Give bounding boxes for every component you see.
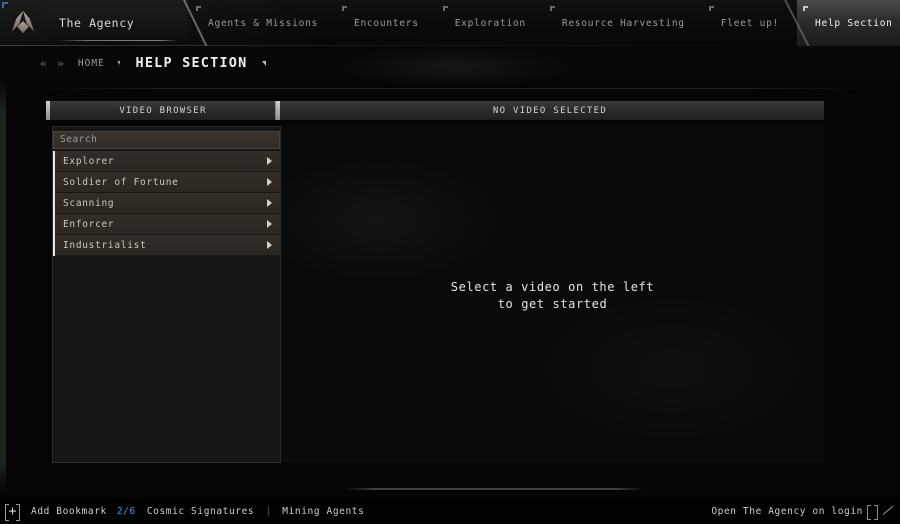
nav-tab-encounters[interactable]: Encounters: [336, 0, 437, 46]
login-option-label: Open The Agency on login: [711, 505, 863, 517]
left-edge-accent: [0, 80, 6, 492]
bookmark-mining-agents[interactable]: Mining Agents: [282, 506, 364, 517]
nav-tab-label: Resource Harvesting: [561, 17, 685, 29]
agency-emblem-icon: [11, 10, 35, 34]
breadcrumb-home-label: HOME: [77, 57, 105, 69]
video-detail-panel: Select a video on the left to get starte…: [281, 126, 824, 463]
tab-corner-icon: [549, 6, 555, 11]
login-option-group: Open The Agency on login: [711, 504, 894, 520]
panel-grip-icon[interactable]: [46, 101, 50, 120]
breadcrumb-nav-arrows[interactable]: « »: [0, 57, 66, 70]
nav-end-slash-divider: [776, 0, 826, 46]
panel-bottom-highlight: [345, 488, 645, 490]
status-bar: + Add Bookmark 2/6 Cosmic Signatures | M…: [0, 498, 900, 524]
breadcrumb-home[interactable]: HOME: [78, 58, 120, 69]
tab-corner-icon: [442, 6, 448, 11]
panel-grip-icon[interactable]: [276, 101, 280, 120]
nav-tab-exploration[interactable]: Exploration: [437, 0, 544, 46]
plus-icon[interactable]: +: [5, 503, 20, 521]
brand-underline: [58, 40, 178, 41]
empty-state-line-1: Select a video on the left: [450, 280, 655, 294]
nav-tab-label: Agents & Missions: [208, 17, 318, 29]
chevron-right-icon: [267, 220, 272, 228]
bookmark-count: 2/6: [116, 505, 136, 517]
add-bookmark-button[interactable]: Add Bookmark: [31, 506, 107, 517]
chevron-right-icon: [267, 199, 272, 207]
chevron-right-icon: [267, 241, 272, 249]
window-header: The Agency Agents & Missions Encounters …: [0, 0, 900, 46]
tab-corner-icon: [196, 6, 201, 11]
breadcrumb: « » HOME HELP SECTION: [0, 46, 900, 80]
video-browser-header[interactable]: VIDEO BROWSER: [46, 101, 280, 120]
page-title[interactable]: HELP SECTION: [136, 55, 266, 71]
chevron-down-icon: [261, 61, 266, 66]
resize-grip-icon[interactable]: [882, 505, 894, 518]
nav-tab-agents-missions[interactable]: Agents & Missions: [190, 0, 336, 46]
video-detail-title: NO VIDEO SELECTED: [492, 105, 608, 116]
search-input[interactable]: [53, 130, 280, 149]
bookmark-controls: + Add Bookmark 2/6 Cosmic Signatures | M…: [0, 503, 364, 521]
nav-tab-label: Help Section: [815, 17, 893, 29]
open-on-login-checkbox[interactable]: [867, 504, 878, 520]
video-category-list: Explorer Soldier of Fortune Scanning Enf…: [55, 151, 280, 256]
list-item-scanning[interactable]: Scanning: [55, 193, 280, 214]
chevron-down-icon: [116, 60, 120, 65]
logo-corner-marker: [2, 2, 8, 8]
nav-tab-resource-harvesting[interactable]: Resource Harvesting: [544, 0, 703, 46]
banner-divider: [40, 88, 870, 89]
page-title-label: HELP SECTION: [135, 55, 248, 71]
list-item-label: Explorer: [63, 155, 115, 167]
list-item-label: Enforcer: [63, 218, 115, 230]
agency-window: The Agency Agents & Missions Encounters …: [0, 0, 900, 524]
chevron-right-icon: [267, 157, 272, 165]
list-item-soldier-of-fortune[interactable]: Soldier of Fortune: [55, 172, 280, 193]
list-item-industrialist[interactable]: Industrialist: [55, 235, 280, 256]
tab-corner-icon: [708, 6, 714, 11]
nav-tab-label: Exploration: [454, 17, 526, 29]
video-detail-header[interactable]: NO VIDEO SELECTED: [276, 101, 824, 120]
list-item-label: Scanning: [63, 197, 115, 209]
bookmark-cosmic-signatures[interactable]: Cosmic Signatures: [147, 506, 254, 517]
list-item-label: Industrialist: [63, 239, 147, 251]
tab-corner-icon: [341, 6, 347, 11]
empty-state-message: Select a video on the left to get starte…: [281, 279, 824, 313]
brand-label: The Agency: [59, 16, 135, 30]
list-item-enforcer[interactable]: Enforcer: [55, 214, 280, 235]
list-item-explorer[interactable]: Explorer: [55, 151, 280, 172]
empty-state-line-2: to get started: [497, 297, 608, 311]
chevron-right-icon: [267, 178, 272, 186]
nav-tab-label: Encounters: [353, 17, 419, 29]
agency-logo[interactable]: [0, 0, 46, 46]
list-item-label: Soldier of Fortune: [63, 176, 179, 188]
search-field-wrapper: [53, 127, 280, 149]
video-browser-title: VIDEO BROWSER: [119, 105, 207, 116]
nav-tab-label: Fleet up!: [720, 17, 780, 29]
bookmark-separator: |: [265, 505, 272, 517]
